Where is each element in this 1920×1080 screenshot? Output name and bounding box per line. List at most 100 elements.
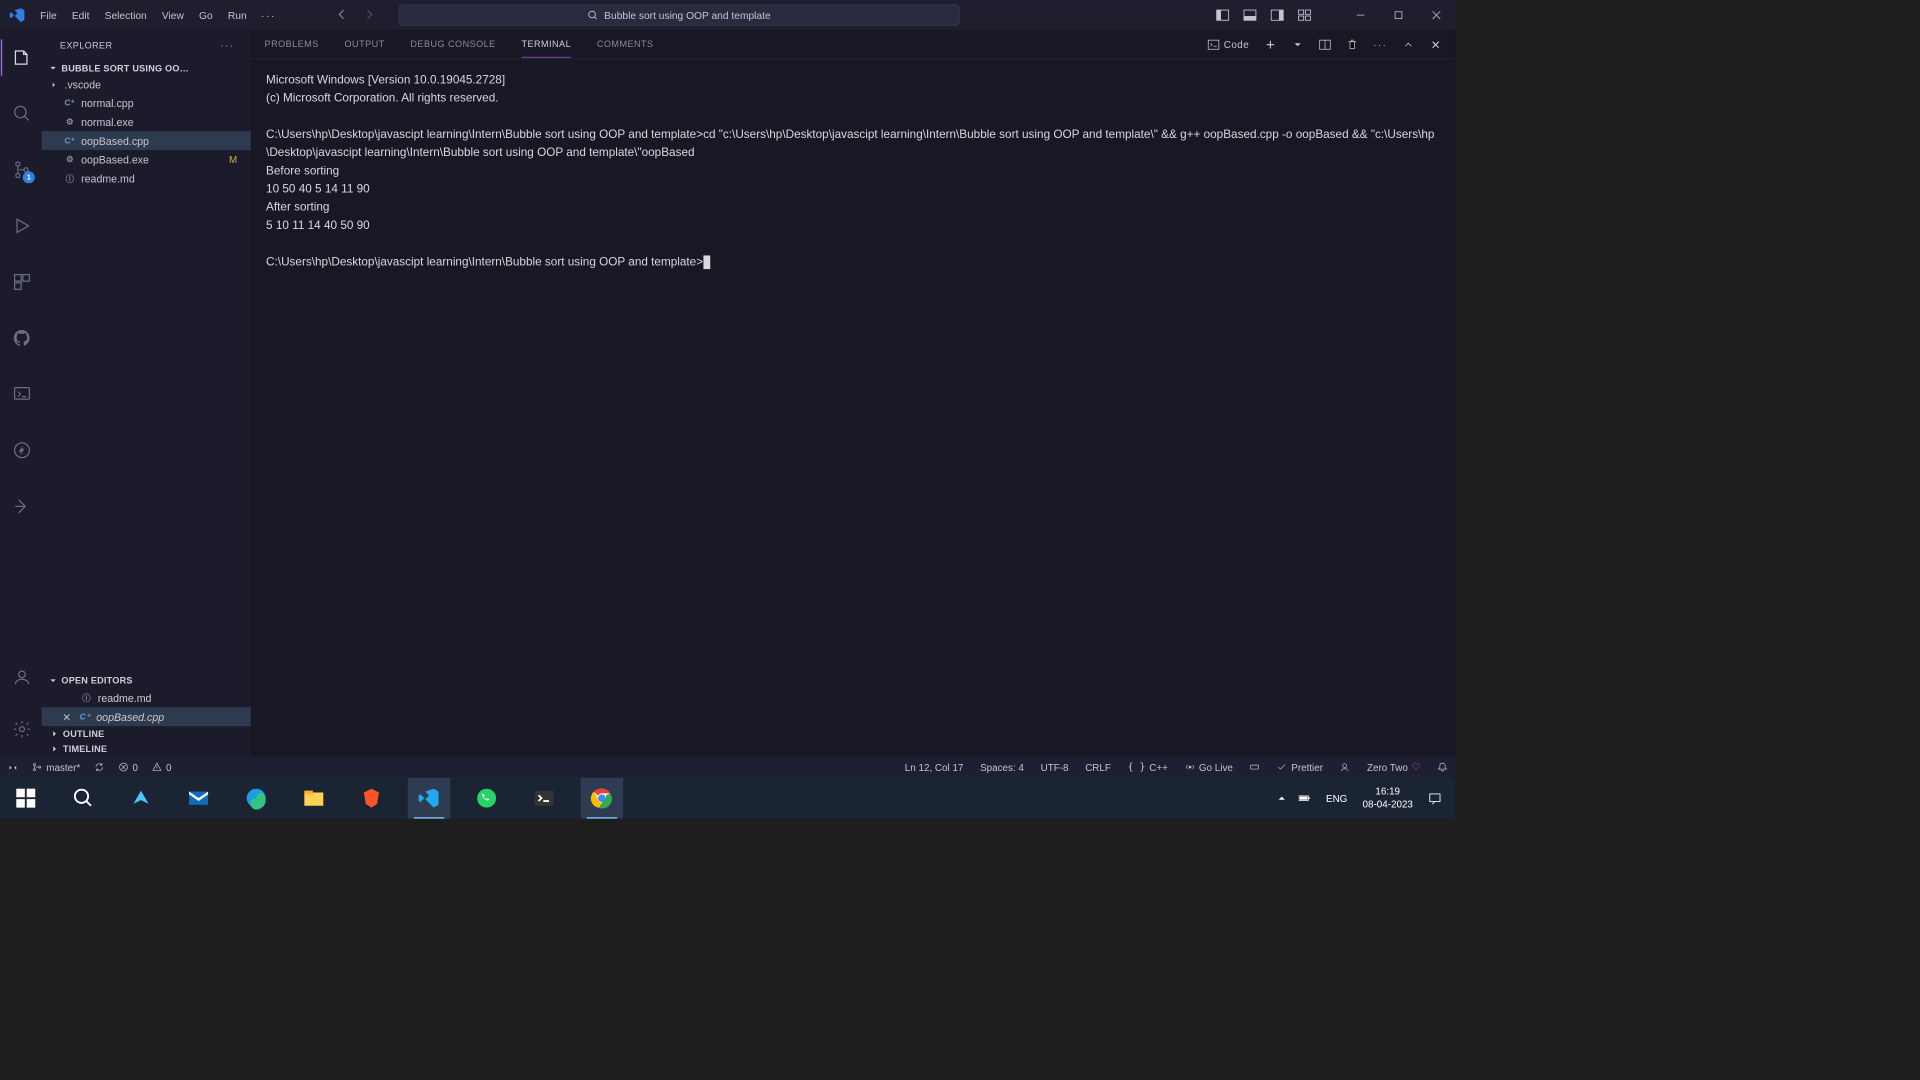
status-eol[interactable]: CRLF (1085, 761, 1111, 772)
status-theme[interactable]: Zero Two♡ (1367, 761, 1421, 773)
tray-chevron-icon[interactable] (1276, 792, 1288, 804)
activity-remote-terminal[interactable] (1, 376, 43, 412)
activity-github[interactable] (1, 320, 43, 356)
new-terminal-icon[interactable] (1264, 38, 1276, 50)
split-terminal-icon[interactable] (1319, 38, 1331, 50)
layout-primary-sidebar-icon[interactable] (1216, 8, 1230, 22)
open-editors-section: OPEN EDITORS ⓘ readme.md C⁺ oopBased.cpp (42, 673, 251, 726)
file-item-oopbased-exe[interactable]: ⚙ oopBased.exe M (42, 150, 251, 169)
menu-overflow[interactable]: ··· (255, 5, 282, 25)
activity-thunder[interactable] (1, 432, 43, 468)
activity-liveshare[interactable] (1, 488, 43, 524)
status-golive[interactable]: Go Live (1185, 761, 1233, 772)
chevron-down-icon[interactable] (1292, 38, 1304, 50)
panel-more-icon[interactable]: ··· (1373, 39, 1387, 50)
status-bell[interactable] (1437, 762, 1448, 773)
tray-language[interactable]: ENG (1326, 792, 1347, 803)
terminal-profile-label: Code (1224, 39, 1249, 50)
task-whatsapp[interactable] (465, 778, 507, 819)
task-brave[interactable] (350, 778, 392, 819)
status-liveshare-user[interactable] (1340, 762, 1351, 773)
titlebar: File Edit Selection View Go Run ··· Bubb… (0, 0, 1455, 30)
status-language[interactable]: { }C++ (1128, 761, 1168, 772)
panel-tab-problems[interactable]: PROBLEMS (265, 31, 319, 58)
vscode-logo-icon (9, 7, 26, 24)
layout-customize-icon[interactable] (1298, 8, 1312, 22)
close-panel-icon[interactable] (1430, 38, 1442, 50)
activity-extensions[interactable] (1, 264, 43, 300)
layout-secondary-sidebar-icon[interactable] (1270, 8, 1284, 22)
task-edge[interactable] (235, 778, 277, 819)
open-editors-header[interactable]: OPEN EDITORS (42, 673, 251, 688)
close-icon[interactable] (61, 711, 72, 722)
file-label: normal.exe (81, 116, 134, 128)
chevron-right-icon (49, 80, 58, 89)
nav-arrows (335, 7, 376, 23)
open-editor-readme[interactable]: ⓘ readme.md (42, 688, 251, 707)
status-branch[interactable]: master* (32, 761, 80, 772)
panel-tab-terminal[interactable]: TERMINAL (521, 31, 571, 58)
activity-accounts[interactable] (1, 659, 43, 695)
menu-selection[interactable]: Selection (98, 5, 154, 25)
activity-search[interactable] (1, 96, 43, 132)
nav-forward-icon[interactable] (362, 7, 376, 23)
task-vscode[interactable] (408, 778, 450, 819)
open-editor-label: readme.md (98, 692, 152, 704)
outline-header[interactable]: OUTLINE (42, 726, 251, 741)
file-item-readme[interactable]: ⓘ readme.md (42, 169, 251, 188)
layout-panel-icon[interactable] (1243, 8, 1257, 22)
file-item-normal-exe[interactable]: ⚙ normal.exe (42, 112, 251, 131)
terminal-profile[interactable]: Code (1207, 38, 1249, 50)
open-editor-oopbased[interactable]: C⁺ oopBased.cpp (42, 707, 251, 726)
main-area: 1 EXPLORER ··· BUBBLE SORT USING OO… .vs… (0, 30, 1455, 756)
task-terminal[interactable] (523, 778, 565, 819)
task-explorer[interactable] (293, 778, 335, 819)
chevron-right-icon (49, 728, 60, 739)
kill-terminal-icon[interactable] (1346, 38, 1358, 50)
maximize-panel-icon[interactable] (1402, 38, 1414, 50)
command-center[interactable]: Bubble sort using OOP and template (399, 5, 960, 26)
status-encoding[interactable]: UTF-8 (1041, 761, 1069, 772)
task-chrome[interactable] (581, 778, 623, 819)
status-remote[interactable] (8, 762, 19, 773)
task-search[interactable] (62, 778, 104, 819)
status-warnings[interactable]: 0 (152, 761, 172, 772)
status-port[interactable] (1250, 762, 1261, 773)
menu-go[interactable]: Go (192, 5, 219, 25)
tray-notifications-icon[interactable] (1428, 791, 1442, 805)
terminal-body[interactable]: Microsoft Windows [Version 10.0.19045.27… (251, 59, 1455, 756)
activity-settings[interactable] (1, 711, 43, 747)
status-sync[interactable] (94, 762, 105, 773)
status-prettier[interactable]: Prettier (1277, 761, 1323, 772)
task-mail[interactable] (177, 778, 219, 819)
panel-tab-debug[interactable]: DEBUG CONSOLE (410, 31, 495, 58)
activity-scm[interactable]: 1 (1, 152, 43, 188)
status-errors[interactable]: 0 (118, 761, 138, 772)
folder-section-header[interactable]: BUBBLE SORT USING OO… (42, 61, 251, 76)
panel-tab-comments[interactable]: COMMENTS (597, 31, 654, 58)
close-button[interactable] (1417, 0, 1455, 30)
explorer-title: EXPLORER (60, 40, 221, 51)
file-item-normal-cpp[interactable]: C⁺ normal.cpp (42, 93, 251, 112)
file-label: normal.cpp (81, 97, 134, 109)
maximize-button[interactable] (1380, 0, 1418, 30)
minimize-button[interactable] (1342, 0, 1380, 30)
tray-clock[interactable]: 16:19 08-04-2023 (1363, 785, 1413, 811)
menu-run[interactable]: Run (221, 5, 253, 25)
menu-edit[interactable]: Edit (65, 5, 96, 25)
timeline-header[interactable]: TIMELINE (42, 741, 251, 756)
start-button[interactable] (5, 778, 47, 819)
tray-battery-icon[interactable] (1299, 792, 1311, 804)
task-cortana[interactable] (120, 778, 162, 819)
menu-file[interactable]: File (33, 5, 63, 25)
panel-tab-output[interactable]: OUTPUT (345, 31, 385, 58)
menu-view[interactable]: View (155, 5, 191, 25)
status-spaces[interactable]: Spaces: 4 (980, 761, 1024, 772)
activity-debug[interactable] (1, 208, 43, 244)
nav-back-icon[interactable] (335, 7, 349, 23)
explorer-more-icon[interactable]: ··· (221, 40, 235, 51)
file-item-vscode[interactable]: .vscode (42, 76, 251, 93)
activity-explorer[interactable] (1, 39, 43, 75)
status-line-col[interactable]: Ln 12, Col 17 (905, 761, 964, 772)
file-item-oopbased-cpp[interactable]: C⁺ oopBased.cpp (42, 131, 251, 150)
